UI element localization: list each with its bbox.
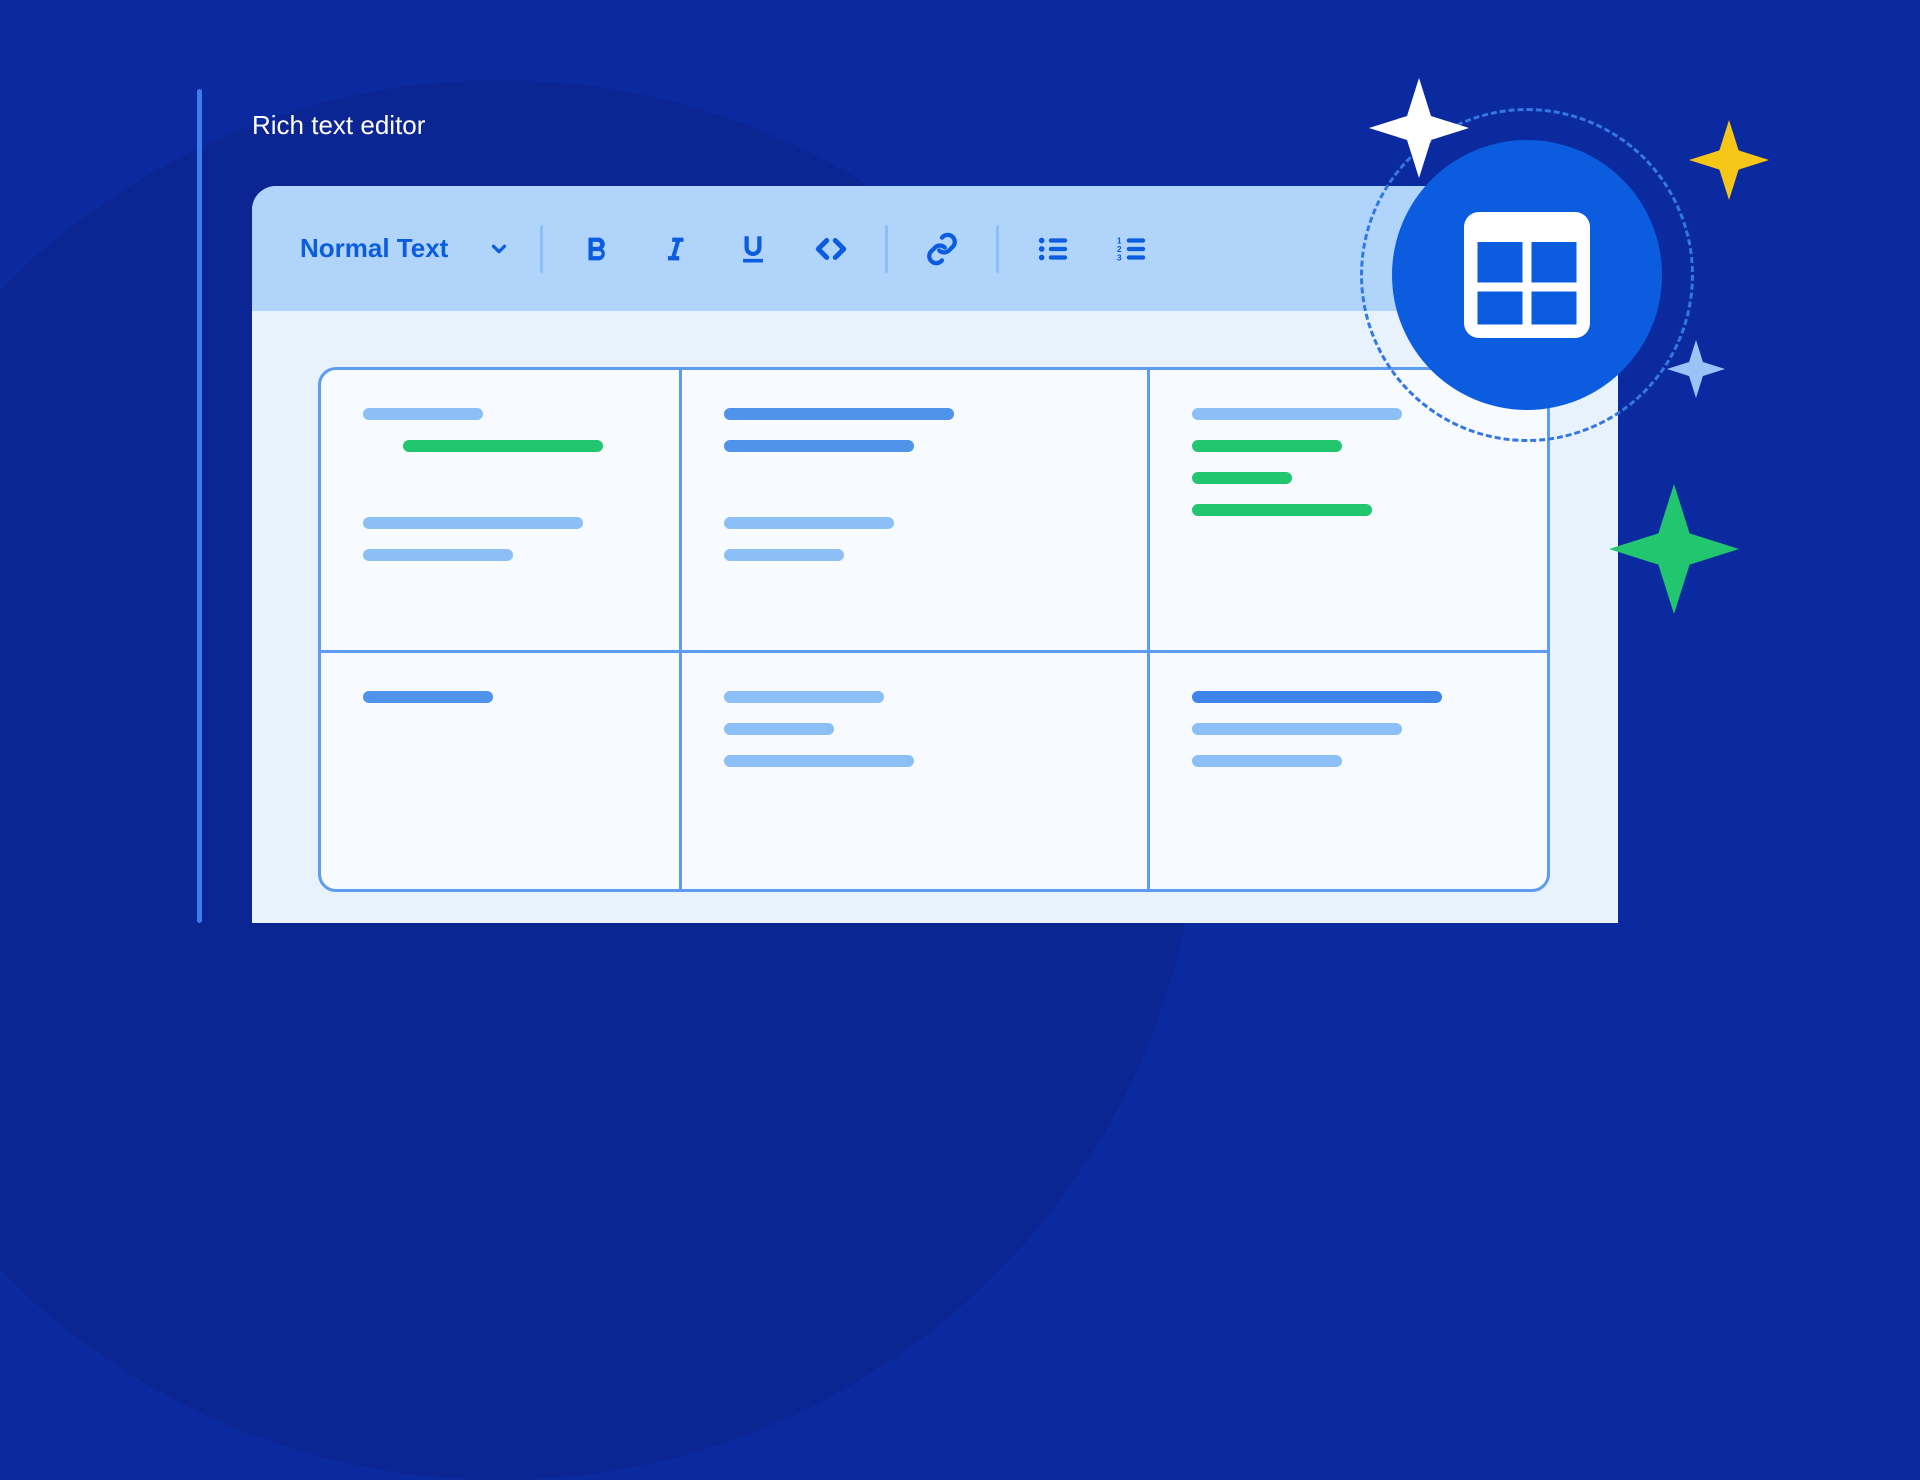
content-line (1192, 408, 1402, 420)
accent-bar (197, 89, 202, 923)
text-style-dropdown[interactable]: Normal Text (300, 233, 510, 264)
bullet-list-icon (1036, 232, 1070, 266)
link-icon (925, 232, 959, 266)
content-line (724, 517, 894, 529)
content-line (724, 691, 884, 703)
italic-icon (658, 232, 692, 266)
table-cell[interactable] (321, 370, 682, 653)
content-line (1192, 723, 1402, 735)
content-line (1192, 755, 1342, 767)
numbered-list-button[interactable]: 123 (1107, 225, 1155, 273)
code-button[interactable] (807, 225, 855, 273)
chevron-down-icon (488, 238, 510, 260)
page-title: Rich text editor (252, 110, 425, 141)
bullet-list-button[interactable] (1029, 225, 1077, 273)
content-line (724, 408, 954, 420)
underline-icon (736, 232, 770, 266)
sparkle-icon (1369, 78, 1469, 178)
content-line (724, 549, 844, 561)
table-cell[interactable] (682, 653, 1151, 889)
table-cell[interactable] (1150, 653, 1547, 889)
toolbar-divider (540, 225, 543, 273)
content-line (363, 517, 583, 529)
sparkle-icon (1689, 120, 1769, 200)
bold-icon (580, 232, 614, 266)
numbered-list-icon: 123 (1114, 232, 1148, 266)
content-line (363, 691, 493, 703)
bold-button[interactable] (573, 225, 621, 273)
editor-table[interactable] (318, 367, 1550, 892)
text-style-label: Normal Text (300, 233, 448, 264)
underline-button[interactable] (729, 225, 777, 273)
content-line (724, 755, 914, 767)
content-line (1192, 504, 1372, 516)
content-line (363, 549, 513, 561)
content-line (724, 723, 834, 735)
content-line (1192, 472, 1292, 484)
sparkle-icon (1667, 340, 1725, 398)
italic-button[interactable] (651, 225, 699, 273)
link-button[interactable] (918, 225, 966, 273)
table-badge (1392, 140, 1662, 410)
code-icon (814, 232, 848, 266)
content-line (1192, 691, 1442, 703)
table-cell[interactable] (682, 370, 1151, 653)
content-line (724, 440, 914, 452)
content-line (1192, 440, 1342, 452)
svg-text:3: 3 (1117, 252, 1122, 262)
table-cell[interactable] (321, 653, 682, 889)
content-line (363, 408, 483, 420)
toolbar-divider (996, 225, 999, 273)
sparkle-icon (1609, 484, 1739, 614)
table-icon (1452, 200, 1602, 350)
content-line (403, 440, 603, 452)
toolbar-divider (885, 225, 888, 273)
